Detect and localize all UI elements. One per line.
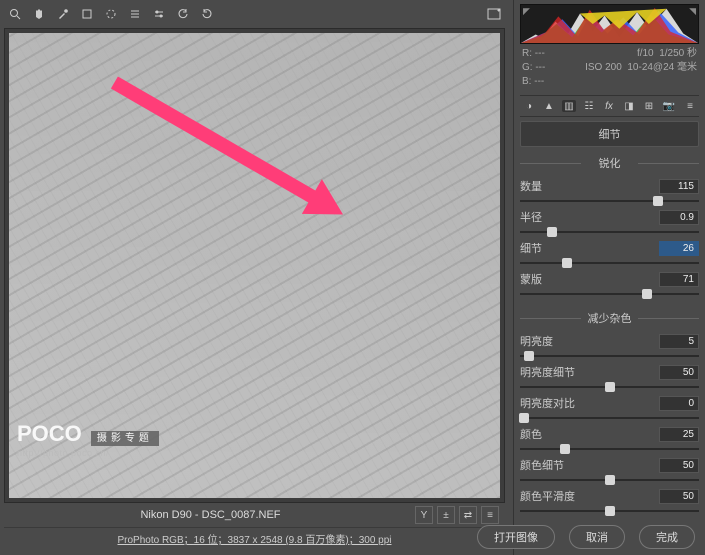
section-noise: 减少杂色 <box>520 310 699 326</box>
panel-title[interactable]: 细节 <box>520 121 699 147</box>
param-value[interactable]: 5 <box>659 334 699 349</box>
shutter: 1/250 秒 <box>659 48 697 59</box>
param-label: 颜色细节 <box>520 457 564 473</box>
param-颜色: 颜色 25 <box>520 426 699 454</box>
status-bar: ProPhoto RGB；16 位；3837 x 2548 (9.8 百万像素)… <box>4 527 505 549</box>
param-明亮度细节: 明亮度细节 50 <box>520 364 699 392</box>
preferences-tool-icon[interactable] <box>152 7 166 21</box>
slider[interactable] <box>520 382 699 392</box>
open-image-button[interactable]: 打开图像 <box>477 525 555 549</box>
param-value[interactable]: 25 <box>659 427 699 442</box>
rotate-cw-icon[interactable] <box>200 7 214 21</box>
slider[interactable] <box>520 196 699 206</box>
param-label: 半径 <box>520 209 542 225</box>
camera-model: Nikon D90 <box>140 509 191 521</box>
rotate-ccw-icon[interactable] <box>176 7 190 21</box>
compare-icon[interactable]: Y <box>415 506 433 524</box>
param-label: 明亮度 <box>520 333 553 349</box>
hsl-panel-icon[interactable]: ☷ <box>582 100 596 112</box>
slider[interactable] <box>520 444 699 454</box>
param-颜色平滑度: 颜色平滑度 50 <box>520 488 699 516</box>
param-label: 颜色平滑度 <box>520 488 575 504</box>
watermark: POCO 摄影专题 http://photo.poco.cn/ <box>17 421 159 458</box>
ruler-tool-icon[interactable] <box>104 7 118 21</box>
param-value[interactable]: 50 <box>659 489 699 504</box>
cancel-button[interactable]: 取消 <box>569 525 625 549</box>
param-label: 蒙版 <box>520 271 542 287</box>
param-value[interactable]: 115 <box>659 179 699 194</box>
footer-buttons: 打开图像 取消 完成 <box>477 525 695 549</box>
crop-tool-icon[interactable] <box>80 7 94 21</box>
channel-r: R: --- <box>522 47 545 61</box>
slider[interactable] <box>520 506 699 516</box>
basic-panel-icon[interactable]: ◑ <box>522 100 536 112</box>
image-canvas[interactable]: POCO 摄影专题 http://photo.poco.cn/ <box>9 33 500 498</box>
param-label: 明亮度细节 <box>520 364 575 380</box>
main-toolbar <box>4 4 505 24</box>
slider[interactable] <box>520 258 699 268</box>
param-value[interactable]: 26 <box>659 241 699 256</box>
eyedropper-tool-icon[interactable] <box>56 7 70 21</box>
slider[interactable] <box>520 351 699 361</box>
right-panel: ◤ ◥ R: --- G: --- B: --- f/10 1/250 秒 IS… <box>513 0 705 555</box>
lens: 10-24@24 毫米 <box>627 62 697 73</box>
list-tool-icon[interactable] <box>128 7 142 21</box>
done-button[interactable]: 完成 <box>639 525 695 549</box>
left-panel: POCO 摄影专题 http://photo.poco.cn/ Nikon D9… <box>0 0 513 555</box>
canvas-wrap: POCO 摄影专题 http://photo.poco.cn/ <box>4 28 505 503</box>
param-value[interactable]: 0 <box>659 396 699 411</box>
file-name: DSC_0087.NEF <box>202 509 281 521</box>
param-label: 数量 <box>520 178 542 194</box>
watermark-tag: 摄影专题 <box>91 431 159 446</box>
app-root: POCO 摄影专题 http://photo.poco.cn/ Nikon D9… <box>0 0 705 555</box>
param-label: 细节 <box>520 240 542 256</box>
param-数量: 数量 115 <box>520 178 699 206</box>
section-sharpen: 锐化 <box>520 155 699 171</box>
annotation-arrow <box>111 76 317 203</box>
highlight-clip-icon[interactable]: ◥ <box>689 6 696 17</box>
file-bar: Nikon D90 - DSC_0087.NEF Y ± ⇄ ≡ <box>4 503 505 527</box>
channel-g: G: --- <box>522 61 545 75</box>
param-明亮度: 明亮度 5 <box>520 333 699 361</box>
zoom-tool-icon[interactable] <box>8 7 22 21</box>
image-info[interactable]: ProPhoto RGB；16 位；3837 x 2548 (9.8 百万像素)… <box>117 531 391 546</box>
param-value[interactable]: 50 <box>659 365 699 380</box>
lens-panel-icon[interactable]: ⊞ <box>642 100 656 112</box>
aperture: f/10 <box>637 48 654 59</box>
param-颜色细节: 颜色细节 50 <box>520 457 699 485</box>
menu-icon[interactable]: ≡ <box>481 506 499 524</box>
param-value[interactable]: 71 <box>659 272 699 287</box>
before-after-icon[interactable]: ± <box>437 506 455 524</box>
param-半径: 半径 0.9 <box>520 209 699 237</box>
curve-panel-icon[interactable]: ▲ <box>542 100 556 112</box>
camera-panel-icon[interactable]: 📷 <box>662 100 676 112</box>
split-panel-icon[interactable]: ◨ <box>622 100 636 112</box>
fx-panel-icon[interactable]: fx <box>602 100 616 112</box>
hand-tool-icon[interactable] <box>32 7 46 21</box>
param-明亮度对比: 明亮度对比 0 <box>520 395 699 423</box>
iso: ISO 200 <box>585 62 622 73</box>
preset-panel-icon[interactable]: ≡ <box>683 100 697 112</box>
slider[interactable] <box>520 413 699 423</box>
slider[interactable] <box>520 289 699 299</box>
panel-tabs: ◑ ▲ ▥ ☷ fx ◨ ⊞ 📷 ≡ <box>520 95 699 117</box>
exif-meta: R: --- G: --- B: --- f/10 1/250 秒 ISO 20… <box>520 44 699 92</box>
shadow-clip-icon[interactable]: ◤ <box>523 6 530 17</box>
expand-icon[interactable] <box>487 7 501 21</box>
param-label: 明亮度对比 <box>520 395 575 411</box>
param-细节: 细节 26 <box>520 240 699 268</box>
detail-panel-icon[interactable]: ▥ <box>562 100 576 112</box>
param-label: 颜色 <box>520 426 542 442</box>
swap-icon[interactable]: ⇄ <box>459 506 477 524</box>
slider[interactable] <box>520 227 699 237</box>
slider[interactable] <box>520 475 699 485</box>
channel-b: B: --- <box>522 75 545 89</box>
param-value[interactable]: 0.9 <box>659 210 699 225</box>
watermark-url: http://photo.poco.cn/ <box>17 448 159 458</box>
param-蒙版: 蒙版 71 <box>520 271 699 299</box>
histogram[interactable]: ◤ ◥ <box>520 4 699 44</box>
param-value[interactable]: 50 <box>659 458 699 473</box>
watermark-logo: POCO <box>17 421 82 446</box>
